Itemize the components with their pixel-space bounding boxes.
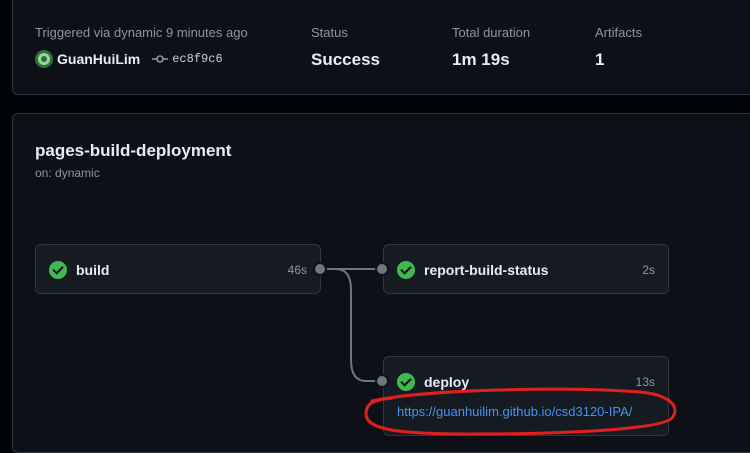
job-duration: 13s xyxy=(635,375,655,389)
trigger-text: Triggered via dynamic 9 minutes ago xyxy=(35,25,248,40)
avatar[interactable] xyxy=(35,50,53,68)
artifacts-label: Artifacts xyxy=(595,25,642,40)
status-value: Success xyxy=(311,50,380,69)
success-check-icon xyxy=(49,261,67,279)
workflow-trigger: on: dynamic xyxy=(35,166,100,180)
success-check-icon xyxy=(397,261,415,279)
commit-sha-link[interactable]: ec8f9c6 xyxy=(172,52,222,66)
job-duration: 46s xyxy=(287,263,307,277)
actor-row: GuanHuiLim ec8f9c6 xyxy=(35,50,223,68)
job-build[interactable]: build 46s xyxy=(35,244,321,294)
success-check-icon xyxy=(397,373,415,391)
job-input-port xyxy=(375,374,389,388)
deployment-url-link[interactable]: https://guanhuilim.github.io/csd3120-IPA… xyxy=(397,404,632,419)
status-label: Status xyxy=(311,25,348,40)
workflow-name: pages-build-deployment xyxy=(35,141,232,160)
job-name: report-build-status xyxy=(424,262,549,278)
actor-link[interactable]: GuanHuiLim xyxy=(57,51,140,67)
artifacts-value[interactable]: 1 xyxy=(595,50,604,70)
job-duration: 2s xyxy=(642,263,655,277)
job-report-build-status[interactable]: report-build-status 2s xyxy=(383,244,669,294)
git-commit-icon xyxy=(152,55,169,63)
run-summary-panel: Triggered via dynamic 9 minutes ago Guan… xyxy=(12,0,750,95)
duration-value: 1m 19s xyxy=(452,50,510,69)
job-output-port xyxy=(313,262,327,276)
job-name: build xyxy=(76,262,110,278)
job-input-port xyxy=(375,262,389,276)
job-deploy[interactable]: deploy 13s https://guanhuilim.github.io/… xyxy=(383,356,669,436)
job-name: deploy xyxy=(424,374,470,390)
duration-label: Total duration xyxy=(452,25,531,40)
